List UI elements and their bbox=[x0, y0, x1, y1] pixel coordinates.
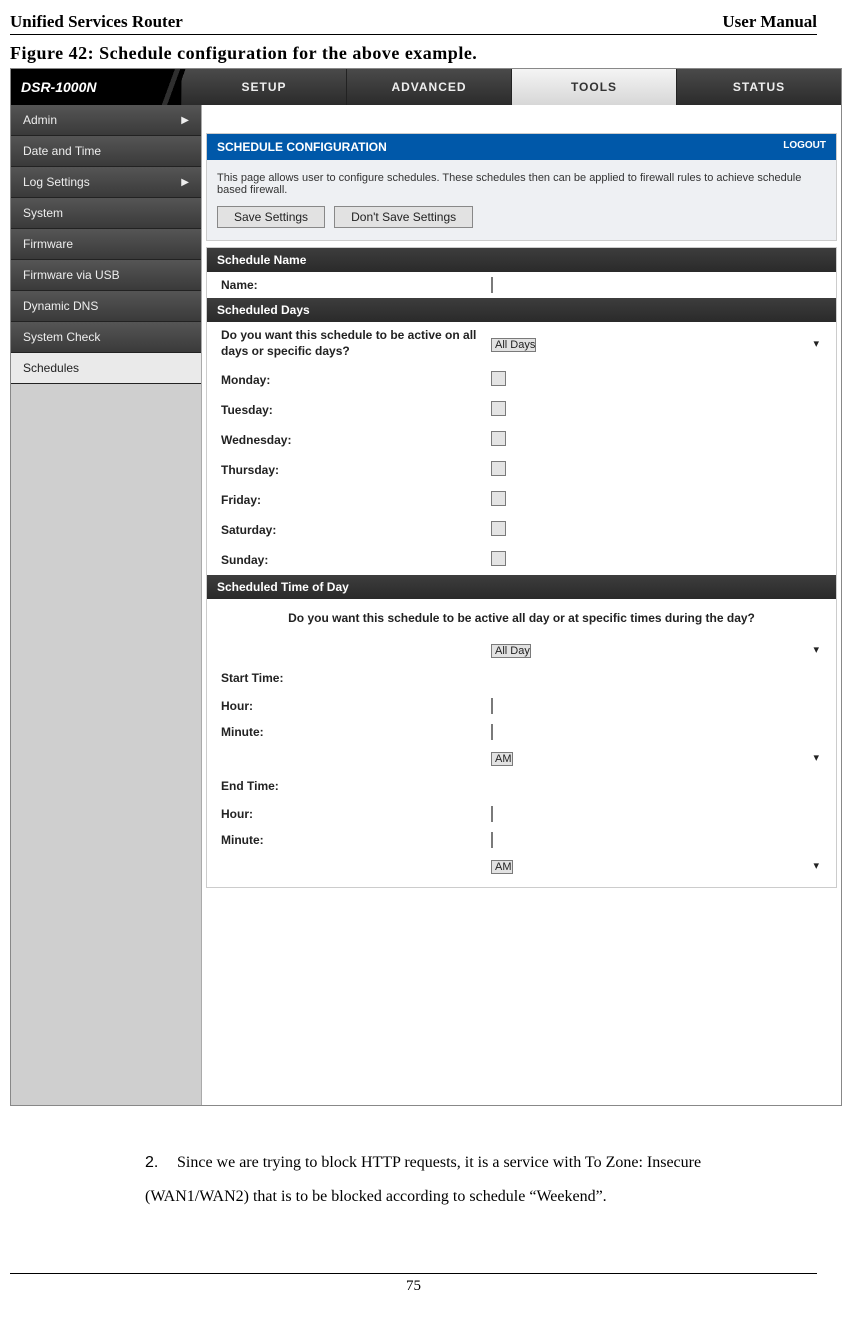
sidebar-item-date-time[interactable]: Date and Time bbox=[11, 136, 201, 167]
start-hour-label: Hour: bbox=[221, 699, 491, 713]
app-frame: DSR-1000N SETUP ADVANCED TOOLS STATUS Ad… bbox=[10, 68, 842, 1106]
panel-description: This page allows user to configure sched… bbox=[207, 160, 836, 240]
nav-tools[interactable]: TOOLS bbox=[511, 69, 676, 105]
list-text: Since we are trying to block HTTP reques… bbox=[145, 1154, 701, 1205]
sidebar-item-label: Firmware bbox=[23, 237, 73, 251]
end-minute-label: Minute: bbox=[221, 833, 491, 847]
start-minute-label: Minute: bbox=[221, 725, 491, 739]
day-wednesday-checkbox[interactable] bbox=[491, 431, 506, 446]
start-minute-input[interactable] bbox=[491, 724, 493, 740]
sidebar-item-system-check[interactable]: System Check bbox=[11, 322, 201, 353]
top-nav: DSR-1000N SETUP ADVANCED TOOLS STATUS bbox=[11, 69, 841, 105]
sidebar: Admin ▶ Date and Time Log Settings ▶ Sys… bbox=[11, 105, 202, 1105]
end-ampm-select[interactable]: AM ▾ bbox=[491, 860, 513, 874]
page-number: 75 bbox=[406, 1278, 421, 1294]
panel-title: SCHEDULE CONFIGURATION bbox=[217, 140, 387, 154]
chevron-right-icon: ▶ bbox=[181, 115, 189, 126]
sidebar-item-dynamic-dns[interactable]: Dynamic DNS bbox=[11, 291, 201, 322]
sidebar-item-label: System Check bbox=[23, 330, 100, 344]
chevron-down-icon: ▾ bbox=[813, 337, 822, 350]
page-footer: 75 bbox=[10, 1273, 817, 1315]
end-time-label: End Time: bbox=[207, 771, 836, 801]
sidebar-item-firmware-usb[interactable]: Firmware via USB bbox=[11, 260, 201, 291]
start-hour-input[interactable] bbox=[491, 698, 493, 714]
day-sunday-checkbox[interactable] bbox=[491, 551, 506, 566]
day-tuesday-label: Tuesday: bbox=[221, 403, 491, 417]
days-question: Do you want this schedule to be active o… bbox=[221, 328, 491, 359]
sidebar-item-log-settings[interactable]: Log Settings ▶ bbox=[11, 167, 201, 198]
section-scheduled-time: Scheduled Time of Day bbox=[207, 575, 836, 599]
header-right: User Manual bbox=[722, 12, 817, 32]
days-mode-select[interactable]: All Days ▾ bbox=[491, 338, 536, 352]
sidebar-item-label: Log Settings bbox=[23, 175, 90, 189]
name-input[interactable] bbox=[491, 277, 493, 293]
panel-description-text: This page allows user to configure sched… bbox=[217, 172, 826, 196]
chevron-right-icon: ▶ bbox=[181, 177, 189, 188]
name-label: Name: bbox=[221, 278, 491, 292]
header-left: Unified Services Router bbox=[10, 12, 183, 32]
chevron-down-icon: ▾ bbox=[813, 643, 822, 656]
select-value: AM bbox=[495, 861, 512, 873]
day-wednesday-label: Wednesday: bbox=[221, 433, 491, 447]
sidebar-item-system[interactable]: System bbox=[11, 198, 201, 229]
sidebar-item-label: Admin bbox=[23, 113, 57, 127]
figure-caption: Figure 42: Schedule configuration for th… bbox=[10, 43, 817, 64]
select-value: All Day bbox=[495, 645, 530, 657]
end-hour-input[interactable] bbox=[491, 806, 493, 822]
sidebar-item-label: Firmware via USB bbox=[23, 268, 120, 282]
day-friday-checkbox[interactable] bbox=[491, 491, 506, 506]
start-ampm-select[interactable]: AM ▾ bbox=[491, 752, 513, 766]
save-settings-button[interactable]: Save Settings bbox=[217, 206, 325, 228]
day-friday-label: Friday: bbox=[221, 493, 491, 507]
end-minute-input[interactable] bbox=[491, 832, 493, 848]
device-logo: DSR-1000N bbox=[11, 69, 181, 105]
logout-link[interactable]: LOGOUT bbox=[783, 140, 826, 154]
end-hour-label: Hour: bbox=[221, 807, 491, 821]
dont-save-settings-button[interactable]: Don't Save Settings bbox=[334, 206, 473, 228]
chevron-down-icon: ▾ bbox=[813, 751, 822, 764]
nav-status[interactable]: STATUS bbox=[676, 69, 841, 105]
section-schedule-name: Schedule Name bbox=[207, 248, 836, 272]
select-value: All Days bbox=[495, 339, 535, 351]
day-monday-checkbox[interactable] bbox=[491, 371, 506, 386]
document-header: Unified Services Router User Manual bbox=[10, 12, 817, 35]
main-content: SCHEDULE CONFIGURATION LOGOUT This page … bbox=[202, 105, 841, 1105]
sidebar-item-label: Date and Time bbox=[23, 144, 101, 158]
day-thursday-label: Thursday: bbox=[221, 463, 491, 477]
day-tuesday-checkbox[interactable] bbox=[491, 401, 506, 416]
document-list-item: 2. Since we are trying to block HTTP req… bbox=[145, 1146, 747, 1213]
day-sunday-label: Sunday: bbox=[221, 553, 491, 567]
time-mode-select[interactable]: All Day ▾ bbox=[491, 644, 531, 658]
day-saturday-checkbox[interactable] bbox=[491, 521, 506, 536]
sidebar-item-label: Dynamic DNS bbox=[23, 299, 98, 313]
section-scheduled-days: Scheduled Days bbox=[207, 298, 836, 322]
sidebar-item-label: System bbox=[23, 206, 63, 220]
time-question: Do you want this schedule to be active a… bbox=[207, 599, 836, 637]
day-saturday-label: Saturday: bbox=[221, 523, 491, 537]
sidebar-item-firmware[interactable]: Firmware bbox=[11, 229, 201, 260]
chevron-down-icon: ▾ bbox=[813, 859, 822, 872]
list-number: 2. bbox=[145, 1146, 173, 1180]
day-monday-label: Monday: bbox=[221, 373, 491, 387]
start-time-label: Start Time: bbox=[207, 663, 836, 693]
sidebar-item-label: Schedules bbox=[23, 361, 79, 375]
sidebar-item-admin[interactable]: Admin ▶ bbox=[11, 105, 201, 136]
sidebar-item-schedules[interactable]: Schedules bbox=[11, 353, 201, 384]
nav-advanced[interactable]: ADVANCED bbox=[346, 69, 511, 105]
day-thursday-checkbox[interactable] bbox=[491, 461, 506, 476]
panel-title-bar: SCHEDULE CONFIGURATION LOGOUT bbox=[207, 134, 836, 160]
nav-setup[interactable]: SETUP bbox=[181, 69, 346, 105]
select-value: AM bbox=[495, 753, 512, 765]
